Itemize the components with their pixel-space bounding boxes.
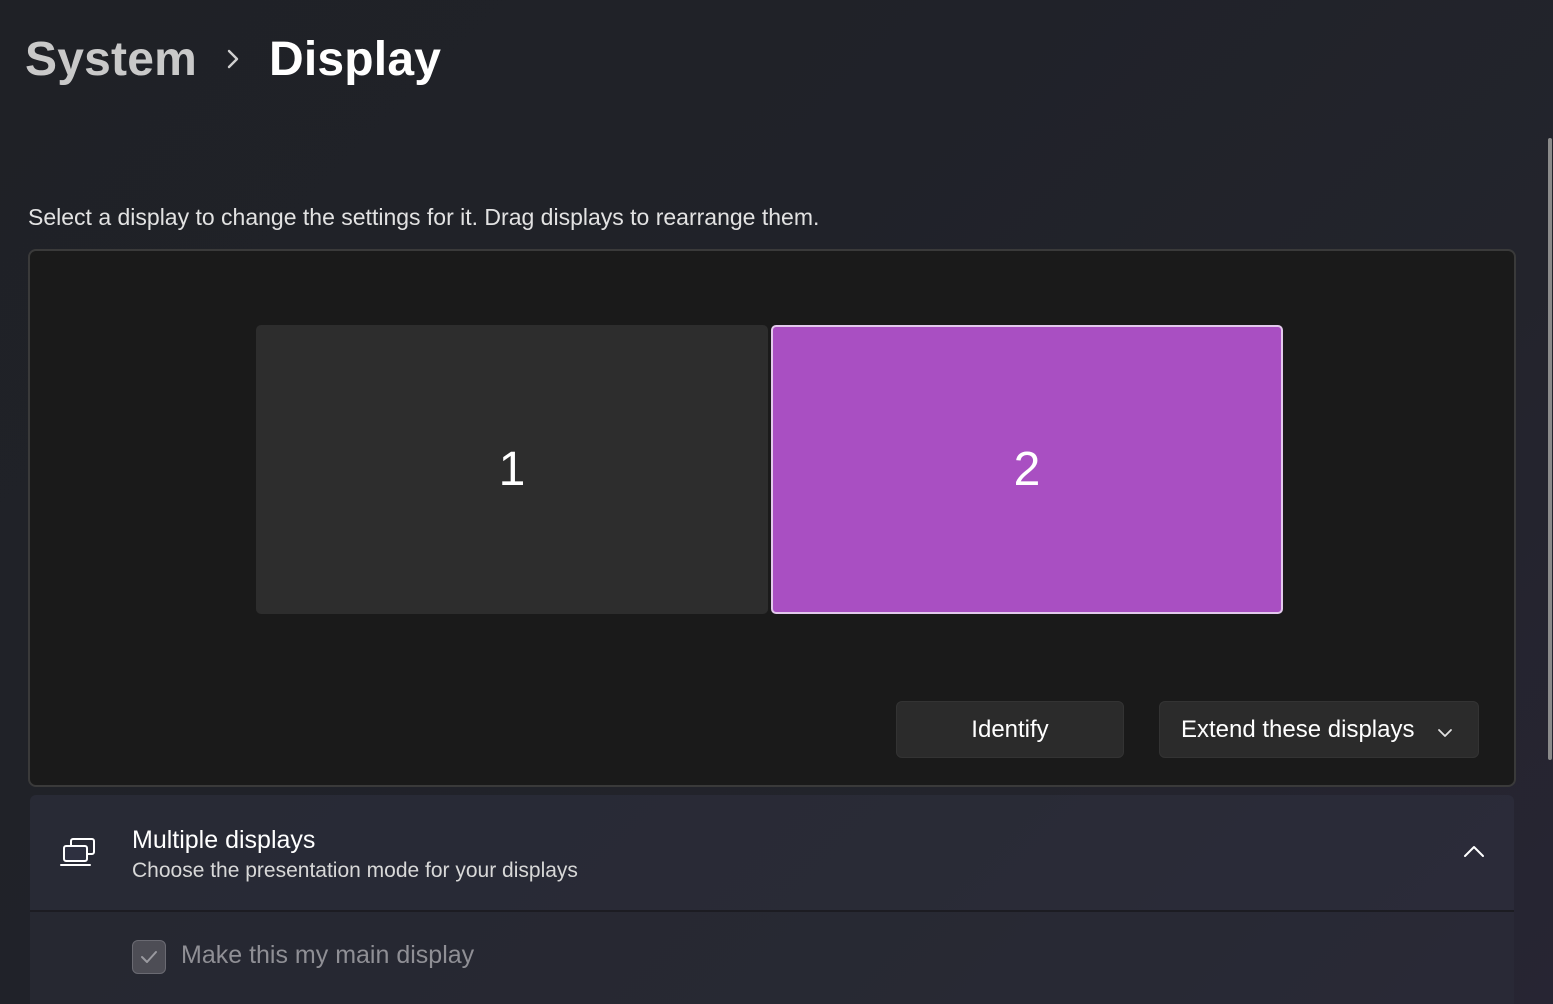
main-display-label: Make this my main display xyxy=(181,941,475,969)
display-mode-value: Extend these displays xyxy=(1181,715,1415,743)
checkmark-icon xyxy=(141,951,157,963)
arrange-instruction: Select a display to change the settings … xyxy=(28,204,820,230)
monitor-2-label: 2 xyxy=(1013,443,1041,496)
chevron-right-icon xyxy=(197,28,269,90)
monitor-1-label: 1 xyxy=(498,443,526,496)
monitor-1[interactable]: 1 xyxy=(256,325,768,614)
display-mode-dropdown[interactable]: Extend these displays xyxy=(1159,701,1479,758)
chevron-down-icon xyxy=(1436,721,1454,739)
multiple-displays-card[interactable]: Multiple displays Choose the presentatio… xyxy=(30,795,1514,910)
chevron-up-icon[interactable] xyxy=(1462,841,1486,861)
main-display-checkbox[interactable] xyxy=(132,940,166,974)
page-title: Display xyxy=(268,32,442,86)
multiple-displays-title: Multiple displays xyxy=(132,826,316,854)
main-display-row: Make this my main display xyxy=(30,912,1514,1004)
multiple-displays-subtitle: Choose the presentation mode for your di… xyxy=(132,859,578,882)
scrollbar[interactable] xyxy=(1548,138,1552,760)
breadcrumb-system-link[interactable]: System xyxy=(25,32,197,87)
breadcrumb: System Display xyxy=(25,28,441,90)
monitor-2[interactable]: 2 xyxy=(771,325,1283,614)
display-arrangement-panel: 1 2 Identify Extend these displays xyxy=(28,249,1516,787)
identify-button[interactable]: Identify xyxy=(896,701,1124,758)
multiple-displays-icon xyxy=(60,835,98,869)
